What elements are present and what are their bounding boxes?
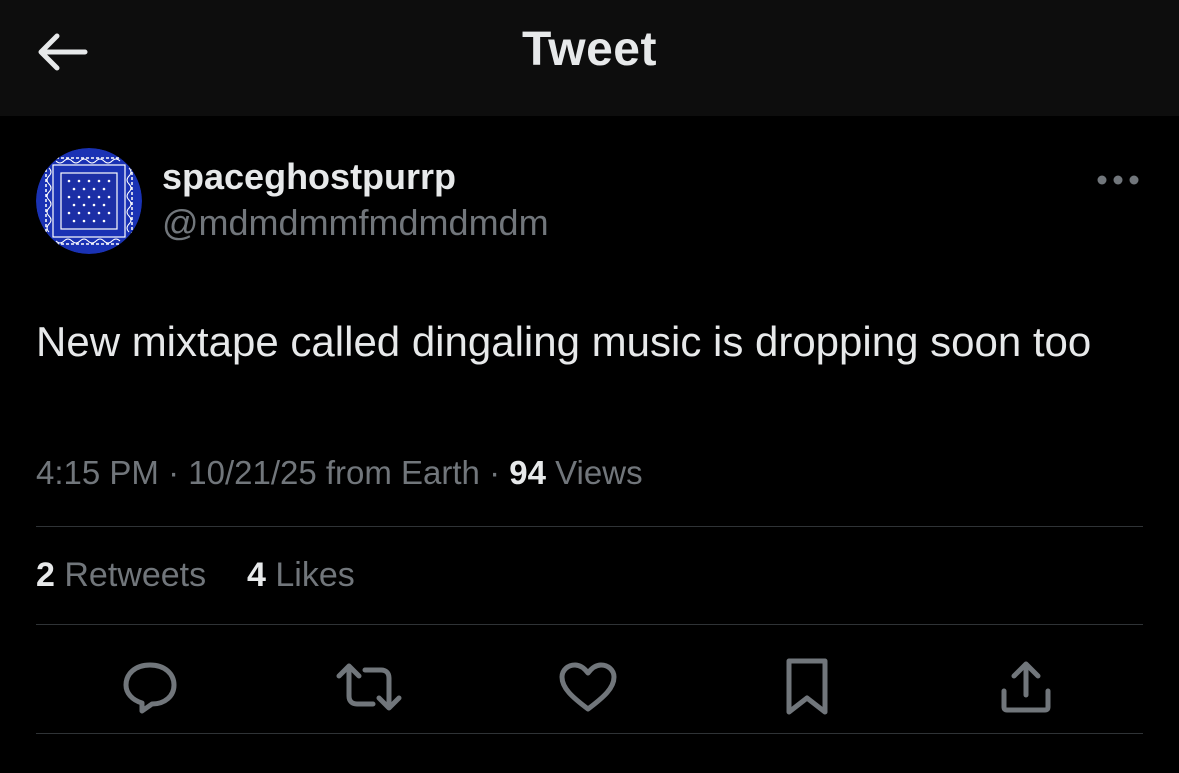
user-handle[interactable]: @mdmdmmfmdmdmdm [162,202,549,244]
meta-separator: · [479,454,510,491]
tweet-time: 4:15 PM [36,454,159,491]
like-button[interactable] [553,652,623,722]
reply-icon [123,662,177,714]
page-title: Tweet [522,23,657,76]
tweet-meta: 4:15 PM · 10/21/25 from Earth · 94 Views [36,454,1146,492]
retweet-icon [336,663,402,711]
likes-stat[interactable]: 4 Likes [247,556,355,594]
likes-count: 4 [247,556,266,594]
retweets-stat[interactable]: 2 Retweets [36,556,206,594]
divider [36,624,1143,625]
retweets-count: 2 [36,556,55,594]
bookmark-icon [786,658,828,715]
views-stat[interactable]: 94 Views [509,454,642,491]
heart-icon [559,662,617,712]
display-name[interactable]: spaceghostpurrp [162,156,456,198]
reply-button[interactable] [115,652,185,722]
views-count: 94 [509,454,546,491]
retweet-button[interactable] [334,652,404,722]
meta-separator: · [158,454,189,491]
share-icon [1001,661,1051,713]
top-bar: Tweet [0,0,1179,116]
share-button[interactable] [991,652,1061,722]
divider [36,733,1143,734]
bandana-avatar-image [36,148,142,254]
bookmark-button[interactable] [772,652,842,722]
engagement-stats: 2 Retweets 4 Likes [36,556,355,595]
more-options-button[interactable] [1090,164,1146,196]
more-horizontal-icon [1097,175,1139,185]
retweets-label: Retweets [54,556,207,594]
tweet-text: New mixtape called dingaling music is dr… [36,318,1092,365]
divider [36,526,1143,527]
likes-label: Likes [265,556,355,594]
tweet-source: from Earth [316,454,480,491]
avatar[interactable] [36,148,142,254]
views-label: Views [545,454,643,491]
tweet-date: 10/21/25 [188,454,317,491]
